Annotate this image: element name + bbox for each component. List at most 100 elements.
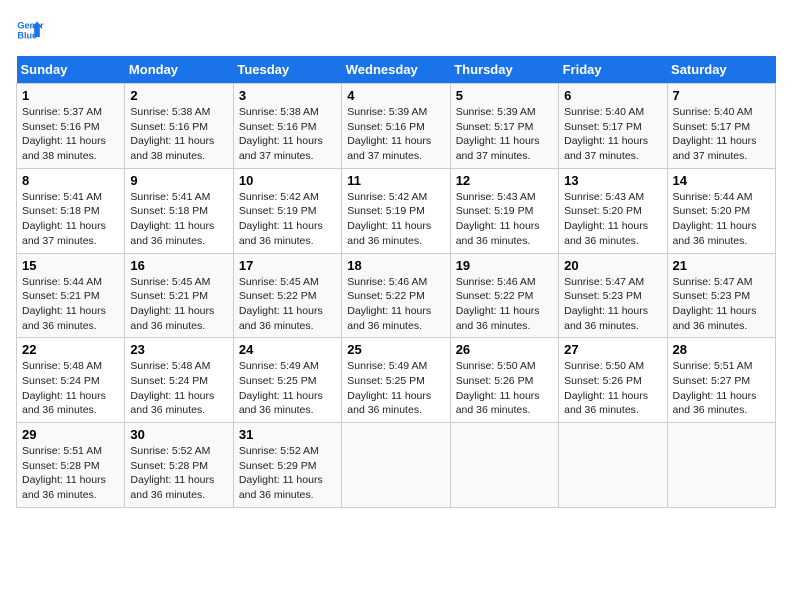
calendar-cell: 12 Sunrise: 5:43 AMSunset: 5:19 PMDayligh… — [450, 168, 558, 253]
column-header-wednesday: Wednesday — [342, 56, 450, 84]
cell-info: Sunrise: 5:39 AMSunset: 5:17 PMDaylight:… — [456, 105, 553, 164]
calendar-week-row: 29 Sunrise: 5:51 AMSunset: 5:28 PMDayligh… — [17, 423, 776, 508]
cell-info: Sunrise: 5:38 AMSunset: 5:16 PMDaylight:… — [130, 105, 227, 164]
cell-info: Sunrise: 5:43 AMSunset: 5:20 PMDaylight:… — [564, 190, 661, 249]
logo: General Blue — [16, 16, 44, 44]
calendar-cell: 24 Sunrise: 5:49 AMSunset: 5:25 PMDayligh… — [233, 338, 341, 423]
calendar-cell: 7Sunrise: 5:40 AMSunset: 5:17 PMDaylight… — [667, 84, 775, 169]
calendar-week-row: 1 Sunrise: 5:37 AMSunset: 5:16 PMDaylight… — [17, 84, 776, 169]
cell-info: Sunrise: 5:44 AMSunset: 5:20 PMDaylight:… — [673, 190, 770, 249]
day-number: 25 — [347, 342, 444, 357]
cell-info: Sunrise: 5:50 AMSunset: 5:26 PMDaylight:… — [456, 359, 553, 418]
cell-info: Sunrise: 5:52 AMSunset: 5:28 PMDaylight:… — [130, 444, 227, 503]
day-number: 4 — [347, 88, 444, 103]
day-number: 18 — [347, 258, 444, 273]
column-header-friday: Friday — [559, 56, 667, 84]
day-number: 9 — [130, 173, 227, 188]
cell-info: Sunrise: 5:47 AMSunset: 5:23 PMDaylight:… — [564, 275, 661, 334]
day-number: 2 — [130, 88, 227, 103]
calendar-header-row: SundayMondayTuesdayWednesdayThursdayFrid… — [17, 56, 776, 84]
calendar-cell: 16 Sunrise: 5:45 AMSunset: 5:21 PMDayligh… — [125, 253, 233, 338]
calendar-cell: 5 Sunrise: 5:39 AMSunset: 5:17 PMDaylight… — [450, 84, 558, 169]
cell-info: Sunrise: 5:39 AMSunset: 5:16 PMDaylight:… — [347, 105, 444, 164]
calendar-cell: 31 Sunrise: 5:52 AMSunset: 5:29 PMDayligh… — [233, 423, 341, 508]
calendar-cell — [342, 423, 450, 508]
cell-info: Sunrise: 5:49 AMSunset: 5:25 PMDaylight:… — [239, 359, 336, 418]
svg-text:Blue: Blue — [17, 30, 37, 40]
calendar-cell: 6Sunrise: 5:40 AMSunset: 5:17 PMDaylight… — [559, 84, 667, 169]
cell-info: Sunrise: 5:45 AMSunset: 5:21 PMDaylight:… — [130, 275, 227, 334]
day-number: 13 — [564, 173, 661, 188]
cell-info: Sunrise: 5:52 AMSunset: 5:29 PMDaylight:… — [239, 444, 336, 503]
calendar-cell: 13 Sunrise: 5:43 AMSunset: 5:20 PMDayligh… — [559, 168, 667, 253]
day-number: 7 — [673, 88, 770, 103]
calendar-cell: 2 Sunrise: 5:38 AMSunset: 5:16 PMDaylight… — [125, 84, 233, 169]
calendar-cell: 8 Sunrise: 5:41 AMSunset: 5:18 PMDaylight… — [17, 168, 125, 253]
day-number: 23 — [130, 342, 227, 357]
day-number: 22 — [22, 342, 119, 357]
day-number: 21 — [673, 258, 770, 273]
column-header-sunday: Sunday — [17, 56, 125, 84]
day-number: 5 — [456, 88, 553, 103]
calendar-cell: 11 Sunrise: 5:42 AMSunset: 5:19 PMDayligh… — [342, 168, 450, 253]
cell-info: Sunrise: 5:41 AMSunset: 5:18 PMDaylight:… — [130, 190, 227, 249]
calendar-week-row: 15Sunrise: 5:44 AMSunset: 5:21 PMDayligh… — [17, 253, 776, 338]
calendar-cell: 22Sunrise: 5:48 AMSunset: 5:24 PMDayligh… — [17, 338, 125, 423]
day-number: 27 — [564, 342, 661, 357]
cell-info: Sunrise: 5:42 AMSunset: 5:19 PMDaylight:… — [239, 190, 336, 249]
cell-info: Sunrise: 5:42 AMSunset: 5:19 PMDaylight:… — [347, 190, 444, 249]
cell-info: Sunrise: 5:48 AMSunset: 5:24 PMDaylight:… — [130, 359, 227, 418]
day-number: 24 — [239, 342, 336, 357]
calendar-cell: 29 Sunrise: 5:51 AMSunset: 5:28 PMDayligh… — [17, 423, 125, 508]
calendar-cell: 21Sunrise: 5:47 AMSunset: 5:23 PMDayligh… — [667, 253, 775, 338]
day-number: 19 — [456, 258, 553, 273]
calendar-cell — [450, 423, 558, 508]
cell-info: Sunrise: 5:46 AMSunset: 5:22 PMDaylight:… — [347, 275, 444, 334]
calendar-week-row: 8 Sunrise: 5:41 AMSunset: 5:18 PMDaylight… — [17, 168, 776, 253]
cell-info: Sunrise: 5:43 AMSunset: 5:19 PMDaylight:… — [456, 190, 553, 249]
column-header-tuesday: Tuesday — [233, 56, 341, 84]
column-header-thursday: Thursday — [450, 56, 558, 84]
day-number: 31 — [239, 427, 336, 442]
logo-icon: General Blue — [16, 16, 44, 44]
calendar-cell: 9 Sunrise: 5:41 AMSunset: 5:18 PMDaylight… — [125, 168, 233, 253]
calendar-cell: 18 Sunrise: 5:46 AMSunset: 5:22 PMDayligh… — [342, 253, 450, 338]
calendar-cell: 4 Sunrise: 5:39 AMSunset: 5:16 PMDaylight… — [342, 84, 450, 169]
calendar-week-row: 22 Sunrise: 5:48 AMSunset: 5:24 PMDayligh… — [17, 338, 776, 423]
day-number: 16 — [130, 258, 227, 273]
calendar-cell: 20Sunrise: 5:47 AMSunset: 5:23 PMDayligh… — [559, 253, 667, 338]
cell-info: Sunrise: 5:38 AMSunset: 5:16 PMDaylight:… — [239, 105, 336, 164]
day-number: 28 — [673, 342, 770, 357]
calendar-cell: 3Sunrise: 5:38 AMSunset: 5:16 PMDaylight… — [233, 84, 341, 169]
day-number: 6 — [564, 88, 661, 103]
day-number: 30 — [130, 427, 227, 442]
day-number: 12 — [456, 173, 553, 188]
day-number: 8 — [22, 173, 119, 188]
cell-info: Sunrise: 5:45 AMSunset: 5:22 PMDaylight:… — [239, 275, 336, 334]
cell-info: Sunrise: 5:51 AMSunset: 5:28 PMDaylight:… — [22, 444, 119, 503]
day-number: 26 — [456, 342, 553, 357]
calendar-cell: 30 Sunrise: 5:52 AMSunset: 5:28 PMDayligh… — [125, 423, 233, 508]
day-number: 11 — [347, 173, 444, 188]
calendar-cell: 10 Sunrise: 5:42 AMSunset: 5:19 PMDayligh… — [233, 168, 341, 253]
calendar-cell: 23 Sunrise: 5:48 AMSunset: 5:24 PMDayligh… — [125, 338, 233, 423]
day-number: 17 — [239, 258, 336, 273]
calendar-cell: 15Sunrise: 5:44 AMSunset: 5:21 PMDayligh… — [17, 253, 125, 338]
calendar-cell: 27Sunrise: 5:50 AMSunset: 5:26 PMDayligh… — [559, 338, 667, 423]
calendar-cell: 25 Sunrise: 5:49 AMSunset: 5:25 PMDayligh… — [342, 338, 450, 423]
calendar-cell: 1 Sunrise: 5:37 AMSunset: 5:16 PMDaylight… — [17, 84, 125, 169]
day-number: 15 — [22, 258, 119, 273]
column-header-saturday: Saturday — [667, 56, 775, 84]
cell-info: Sunrise: 5:49 AMSunset: 5:25 PMDaylight:… — [347, 359, 444, 418]
calendar-cell — [559, 423, 667, 508]
page-header: General Blue — [16, 16, 776, 44]
calendar-cell: 28 Sunrise: 5:51 AMSunset: 5:27 PMDayligh… — [667, 338, 775, 423]
day-number: 10 — [239, 173, 336, 188]
calendar-cell: 14Sunrise: 5:44 AMSunset: 5:20 PMDayligh… — [667, 168, 775, 253]
cell-info: Sunrise: 5:37 AMSunset: 5:16 PMDaylight:… — [22, 105, 119, 164]
cell-info: Sunrise: 5:51 AMSunset: 5:27 PMDaylight:… — [673, 359, 770, 418]
day-number: 29 — [22, 427, 119, 442]
day-number: 1 — [22, 88, 119, 103]
cell-info: Sunrise: 5:41 AMSunset: 5:18 PMDaylight:… — [22, 190, 119, 249]
calendar-cell: 19Sunrise: 5:46 AMSunset: 5:22 PMDayligh… — [450, 253, 558, 338]
